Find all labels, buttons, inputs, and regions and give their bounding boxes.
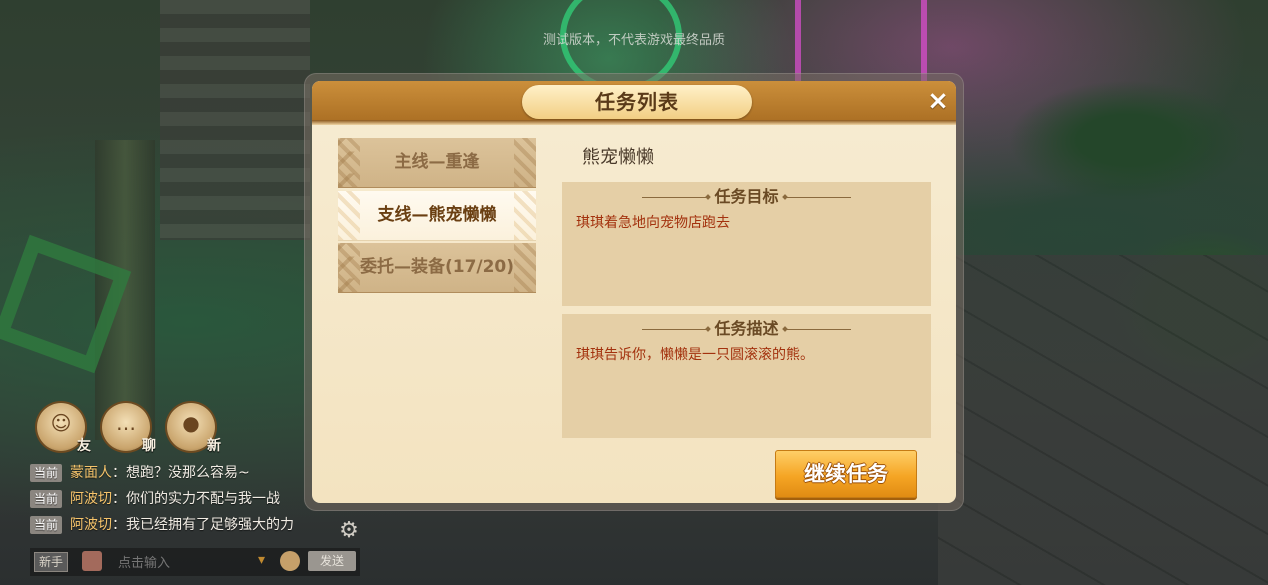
divider-line bbox=[784, 197, 851, 198]
tab-pattern bbox=[338, 243, 360, 292]
target-text: 琪琪着急地向宠物店跑去 bbox=[576, 215, 730, 231]
chat-input-bar: 新手 ▾ 发送 bbox=[30, 548, 360, 576]
channel-select-button[interactable]: 新手 bbox=[34, 552, 69, 572]
dialog-panel: 任务列表 × 主线—重逢 支线—熊宠懒懒 委托—装备(17/20) 熊宠懒懒 任… bbox=[312, 81, 956, 503]
speaker-name[interactable]: 阿波切 bbox=[70, 491, 112, 507]
description-text: 琪琪告诉你，懒懒是一只圆滚滚的熊。 bbox=[576, 347, 814, 363]
friend-label: 友 bbox=[77, 438, 91, 454]
close-icon[interactable]: × bbox=[926, 88, 950, 114]
microphone-icon[interactable] bbox=[82, 551, 102, 571]
message-text: ：想跑？没那么容易~ bbox=[112, 465, 250, 481]
friend-button[interactable]: ☺ 友 bbox=[37, 403, 91, 454]
quest-tab-label: 委托—装备(17/20) bbox=[359, 257, 515, 277]
quest-target-section: 任务目标 琪琪着急地向宠物店跑去 bbox=[562, 182, 931, 306]
gear-icon[interactable]: ⚙ bbox=[336, 518, 362, 544]
message-text: ：我已经拥有了足够强大的力 bbox=[112, 517, 295, 533]
chat-button[interactable]: … 聊 bbox=[102, 403, 156, 454]
dialog-title: 任务列表 bbox=[522, 85, 752, 119]
channel-tag: 当前 bbox=[30, 516, 63, 534]
divider-line bbox=[784, 329, 851, 330]
quest-list-dialog: 任务列表 × 主线—重逢 支线—熊宠懒懒 委托—装备(17/20) 熊宠懒懒 任… bbox=[304, 73, 964, 511]
quest-tab-label: 主线—重逢 bbox=[394, 152, 480, 172]
quest-tab-label: 支线—熊宠懒懒 bbox=[377, 205, 497, 225]
divider-line bbox=[642, 197, 709, 198]
quest-tab-side[interactable]: 支线—熊宠懒懒 bbox=[338, 191, 536, 241]
quest-description-section: 任务描述 琪琪告诉你，懒懒是一只圆滚滚的熊。 bbox=[562, 314, 931, 438]
chevron-down-icon[interactable]: ▾ bbox=[258, 552, 265, 568]
quest-name: 熊宠懒懒 bbox=[582, 147, 654, 168]
target-title: 任务目标 bbox=[714, 187, 779, 206]
continue-quest-button[interactable]: 继续任务 bbox=[775, 450, 917, 498]
tab-pattern bbox=[514, 191, 536, 240]
test-version-watermark: 测试版本，不代表游戏最终品质 bbox=[542, 33, 725, 48]
chat-bubble-icon: … bbox=[116, 411, 136, 435]
channel-tag: 当前 bbox=[30, 490, 63, 508]
speaker-name[interactable]: 阿波切 bbox=[70, 517, 112, 533]
divider-line bbox=[642, 329, 709, 330]
avatar-icon: ☺ bbox=[50, 411, 72, 435]
chat-label: 聊 bbox=[142, 438, 156, 454]
tree-canopy bbox=[1008, 80, 1248, 200]
message-text: ：你们的实力不配与我一战 bbox=[112, 491, 281, 507]
desc-title: 任务描述 bbox=[714, 319, 779, 338]
new-label: 新 bbox=[207, 438, 221, 454]
chat-log: 当前 蒙面人：想跑？没那么容易~ 当前 阿波切：你们的实力不配与我一战 当前 阿波切：… bbox=[30, 460, 370, 538]
tab-pattern bbox=[338, 191, 360, 240]
voice-button[interactable]: ● 新 bbox=[167, 403, 221, 454]
emoji-icon[interactable] bbox=[280, 551, 300, 571]
chat-message: 当前 阿波切：你们的实力不配与我一战 bbox=[30, 486, 350, 512]
quest-tab-main[interactable]: 主线—重逢 bbox=[338, 138, 536, 188]
quest-tab-commission[interactable]: 委托—装备(17/20) bbox=[338, 243, 536, 293]
tab-pattern bbox=[338, 138, 360, 187]
chat-input[interactable] bbox=[116, 551, 270, 575]
tab-pattern bbox=[514, 243, 536, 292]
section-header: 任务目标 bbox=[562, 186, 931, 208]
dialog-title-bar: 任务列表 × bbox=[312, 81, 956, 125]
chat-message: 当前 阿波切：我已经拥有了足够强大的力 bbox=[30, 512, 350, 538]
section-header: 任务描述 bbox=[562, 318, 931, 340]
send-button[interactable]: 发送 bbox=[308, 551, 356, 571]
microphone-icon: ● bbox=[182, 411, 200, 435]
chat-message: 当前 蒙面人：想跑？没那么容易~ bbox=[30, 460, 350, 486]
channel-tag: 当前 bbox=[30, 464, 63, 482]
speaker-name[interactable]: 蒙面人 bbox=[70, 465, 112, 481]
stone-floor bbox=[938, 255, 1268, 585]
tab-pattern bbox=[514, 138, 536, 187]
